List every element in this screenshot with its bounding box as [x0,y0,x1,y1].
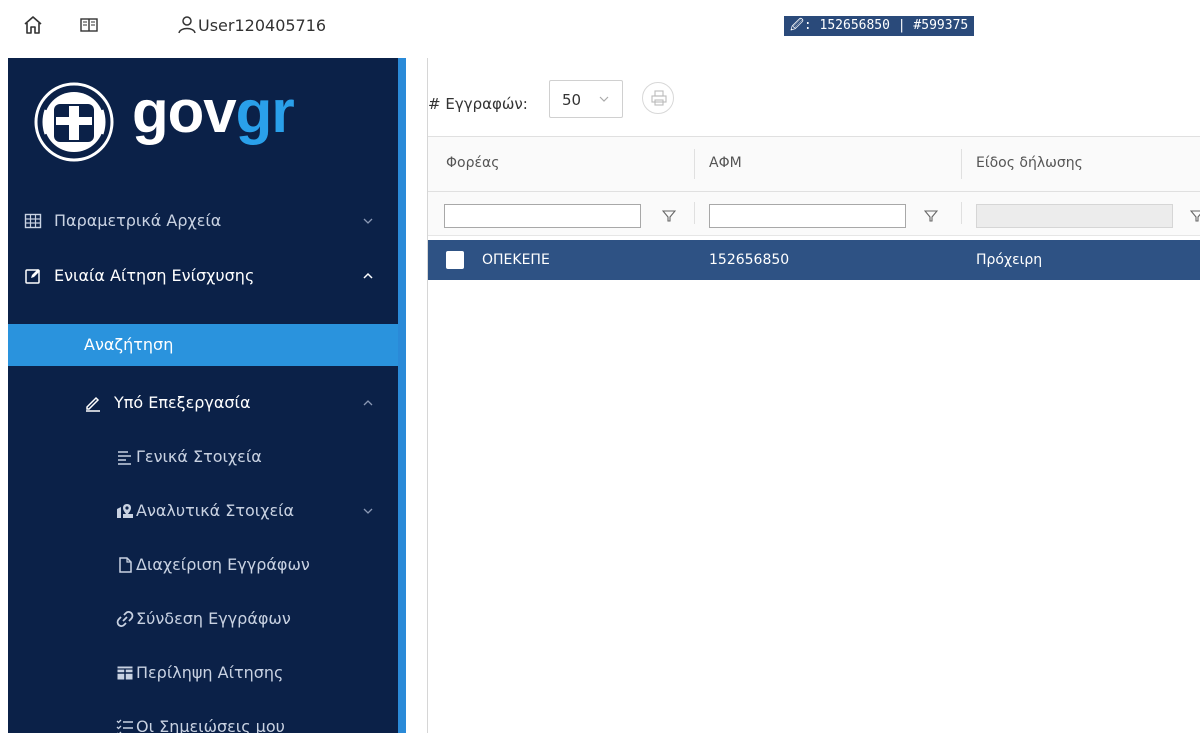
home-icon[interactable] [22,14,44,36]
chevron-up-icon [363,400,373,406]
filter-eidos-input [976,204,1173,228]
column-header-eidos-dilosis[interactable]: Είδος δήλωσης [976,155,1083,171]
sidebar-item-label: Διαχείριση Εγγράφων [136,555,310,574]
print-button[interactable] [642,82,674,114]
edit-square-icon [25,269,40,284]
sidebar-item-genika-stoixeia[interactable]: Γενικά Στοιχεία [8,434,398,480]
filter-afm-input[interactable] [709,204,906,228]
application-badge: 🖉: 152656850 | #599375 [784,16,975,36]
records-per-page-value: 50 [562,91,582,109]
sidebar-item-perilipsi-aitisis[interactable]: Περίληψη Αίτησης [8,650,398,696]
top-bar: User120405716 🖉: 152656850 | #599375 [0,0,1200,52]
greek-emblem-icon [34,82,114,162]
filter-icon[interactable] [924,209,938,223]
link-icon [116,611,134,627]
sidebar-item-label: Αναζήτηση [84,335,174,354]
pencil-icon [86,396,100,412]
column-separator [694,202,695,224]
column-separator[interactable] [694,149,695,179]
sidebar-item-anazitisi[interactable]: Αναζήτηση [8,324,398,366]
main-content: # Εγγραφών: 50 Φορέας ΑΦΜ Είδος δήλωσης … [427,58,1200,733]
user-icon[interactable] [176,14,198,36]
cell-foreas: ΟΠΕΚΕΠΕ [482,252,550,268]
sidebar-item-analytika-stoixeia[interactable]: Αναλυτικά Στοιχεία [8,488,398,534]
align-left-icon [118,451,131,465]
sidebar-item-oi-simeioseis-mou[interactable]: Οι Σημειώσεις μου [8,704,398,733]
book-icon[interactable] [78,14,100,36]
table-row[interactable]: ΟΠΕΚΕΠΕ 152656850 Πρόχειρη [428,240,1200,280]
logo[interactable]: govgr [8,58,398,186]
column-header-afm[interactable]: ΑΦΜ [709,155,742,171]
records-per-page-select[interactable]: 50 [549,80,623,118]
sidebar-item-label: Αναλυτικά Στοιχεία [136,501,295,520]
sidebar-edge [398,58,406,733]
column-header-foreas[interactable]: Φορέας [446,155,499,171]
checklist-icon [116,719,133,733]
sidebar-item-label: Γενικά Στοιχεία [136,447,262,466]
grid-header: Φορέας ΑΦΜ Είδος δήλωσης [428,136,1200,192]
sidebar-item-syndesi-eggrafon[interactable]: Σύνδεση Εγγράφων [8,596,398,642]
sidebar: govgr Παραμετρικά Αρχεία Ενιαία Αίτηση Ε… [8,58,398,733]
filter-row [428,192,1200,236]
sidebar-item-label: Σύνδεση Εγγράφων [136,609,291,628]
govgr-logo-text: govgr [132,78,295,145]
cell-afm: 152656850 [709,252,790,268]
chevron-down-icon [599,96,609,102]
filter-icon[interactable] [662,209,676,223]
sidebar-item-parametrika-arxeia[interactable]: Παραμετρικά Αρχεία [8,198,398,244]
records-label: # Εγγραφών: [428,95,528,113]
sidebar-item-label: Οι Σημειώσεις μου [136,717,285,733]
sidebar-item-label: Ενιαία Αίτηση Ενίσχυσης [54,266,255,285]
chevron-up-icon [363,272,373,279]
sidebar-item-label: Παραμετρικά Αρχεία [54,211,222,230]
file-icon [119,557,132,573]
sidebar-item-ypo-epexergasia[interactable]: Υπό Επεξεργασία [8,380,398,426]
sidebar-item-diaxeirisi-eggrafon[interactable]: Διαχείριση Εγγράφων [8,542,398,588]
username[interactable]: User120405716 [198,16,326,35]
column-separator[interactable] [961,149,962,179]
grid-table-icon [117,666,133,680]
printer-icon [651,90,667,106]
table-icon [24,213,42,229]
cell-eidos: Πρόχειρη [976,252,1043,268]
sidebar-item-label: Περίληψη Αίτησης [136,663,284,682]
chevron-down-icon [363,218,373,224]
column-separator [961,202,962,224]
sidebar-item-eniaia-aitisi[interactable]: Ενιαία Αίτηση Ενίσχυσης [8,253,398,299]
chevron-down-icon [363,508,373,514]
filter-foreas-input[interactable] [444,204,641,228]
map-pin-icon [117,504,133,518]
filter-icon[interactable] [1190,209,1200,223]
row-checkbox[interactable] [446,251,464,269]
sidebar-item-label: Υπό Επεξεργασία [114,393,251,412]
